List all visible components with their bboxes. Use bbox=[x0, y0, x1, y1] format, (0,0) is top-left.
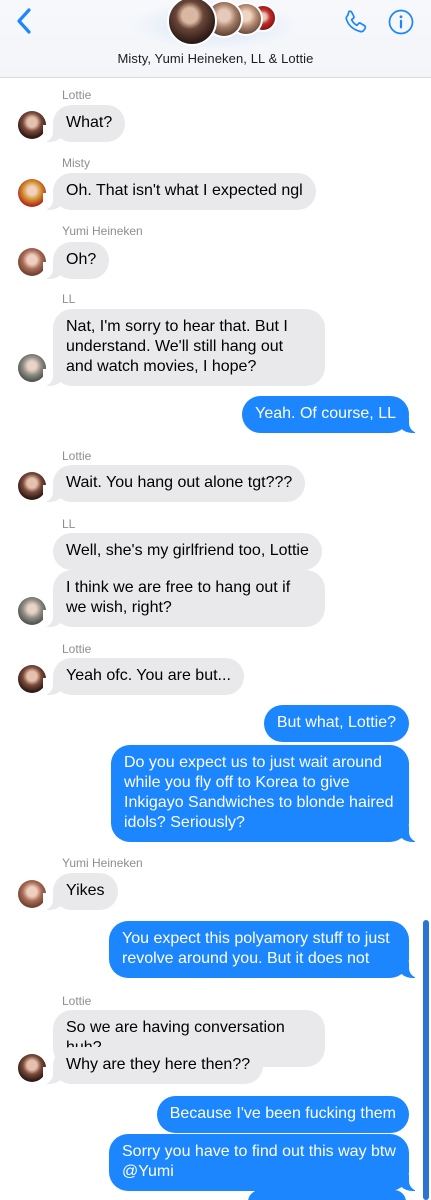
sender-name: Lottie bbox=[62, 642, 92, 656]
message-bubble[interactable]: Yeah ofc. You are but... bbox=[43, 658, 244, 695]
phone-icon bbox=[345, 10, 367, 33]
info-icon bbox=[388, 9, 414, 35]
sender-name: Misty bbox=[62, 156, 90, 170]
call-button[interactable] bbox=[342, 8, 370, 36]
avatar[interactable] bbox=[18, 665, 46, 693]
message-bubble[interactable]: What? bbox=[42, 105, 126, 142]
avatar[interactable] bbox=[18, 880, 46, 908]
message-bubble[interactable]: Oh. That isn't what I expected ngl bbox=[43, 173, 316, 210]
info-button[interactable] bbox=[388, 9, 414, 35]
back-button[interactable] bbox=[10, 6, 40, 36]
sender-name: LL bbox=[62, 292, 76, 306]
message-bubble[interactable]: Yeah. Of course, LL bbox=[242, 396, 419, 433]
message-bubble[interactable]: Because I've been fucking them bbox=[156, 1096, 409, 1133]
conversation-title[interactable]: Misty, Yumi Heineken, LL & Lottie bbox=[0, 51, 431, 66]
sender-name: Lottie bbox=[62, 88, 92, 102]
avatar[interactable] bbox=[18, 111, 46, 139]
message-bubble[interactable]: Wait. You hang out alone tgt??? bbox=[42, 465, 306, 502]
conversation-header: Misty, Yumi Heineken, LL & Lottie bbox=[0, 0, 431, 78]
message-bubble[interactable]: But what, Lottie? bbox=[263, 705, 409, 742]
avatar[interactable] bbox=[18, 354, 46, 382]
avatar[interactable] bbox=[18, 1054, 46, 1082]
message-list[interactable]: Lottie What? Misty Oh. That isn't what I… bbox=[0, 78, 431, 1200]
sender-name: Yumi Heineken bbox=[62, 856, 143, 870]
avatar[interactable] bbox=[18, 179, 46, 207]
sender-name: LL bbox=[62, 517, 76, 531]
message-bubble[interactable]: You expect this polyamory stuff to just … bbox=[109, 921, 419, 978]
group-avatar-stack[interactable] bbox=[163, 0, 277, 46]
avatar[interactable] bbox=[18, 248, 46, 276]
message-bubble[interactable]: Why are they here then?? bbox=[42, 1047, 264, 1084]
avatar bbox=[167, 0, 217, 46]
message-bubble[interactable]: Yikes bbox=[43, 873, 118, 910]
message-bubble[interactable]: I think we are free to hang out if we wi… bbox=[43, 570, 325, 627]
message-bubble[interactable]: Oh? bbox=[42, 242, 110, 279]
message-bubble-partial[interactable] bbox=[248, 1190, 406, 1200]
message-bubble[interactable]: Nat, I'm sorry to hear that. But I under… bbox=[43, 309, 325, 386]
sender-name: Lottie bbox=[62, 994, 92, 1008]
avatar[interactable] bbox=[18, 597, 46, 625]
message-bubble[interactable]: Well, she's my girlfriend too, Lottie bbox=[53, 533, 322, 570]
sender-name: Yumi Heineken bbox=[62, 224, 143, 238]
message-bubble[interactable]: Sorry you have to find out this way btw … bbox=[109, 1134, 419, 1191]
message-bubble[interactable]: Do you expect us to just wait around whi… bbox=[111, 745, 419, 842]
avatar[interactable] bbox=[18, 472, 46, 500]
scrollbar[interactable] bbox=[423, 920, 429, 1200]
chevron-left-icon bbox=[17, 8, 31, 34]
sender-name: Lottie bbox=[62, 449, 92, 463]
